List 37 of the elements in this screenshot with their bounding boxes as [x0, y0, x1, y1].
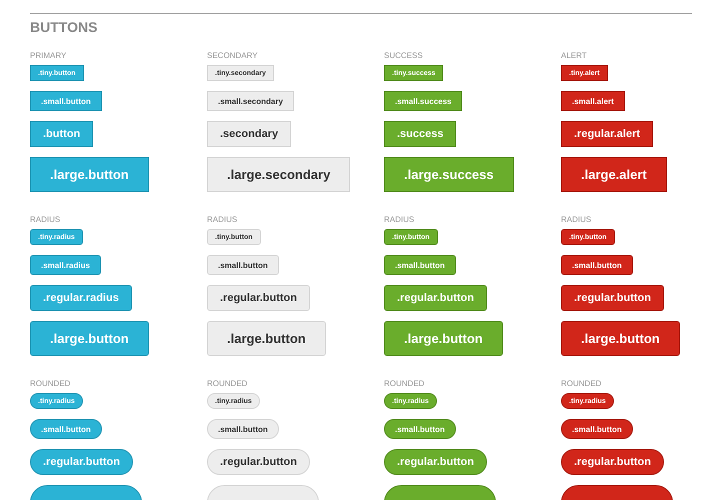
demo-button[interactable]: .large.button — [561, 321, 680, 356]
column-label: ALERT — [561, 51, 588, 61]
column-label: SUCCESS — [384, 51, 424, 61]
demo-button[interactable]: .secondary — [207, 121, 292, 147]
page-title: BUTTONS — [30, 19, 98, 35]
demo-button[interactable]: .large.success — [384, 157, 514, 192]
demo-button[interactable]: .regular.button — [561, 449, 664, 475]
demo-button[interactable]: .small.button — [207, 419, 279, 439]
demo-button[interactable]: .large.alert — [561, 157, 667, 192]
demo-button[interactable]: .small.button — [384, 255, 456, 275]
column-label: PRIMARY — [30, 51, 68, 61]
demo-button[interactable]: .regular.button — [384, 285, 487, 311]
demo-button[interactable]: .small.button — [384, 419, 456, 439]
demo-button[interactable]: .regular.button — [207, 449, 310, 475]
demo-button[interactable]: .regular.button — [384, 449, 487, 475]
demo-button[interactable]: .small.button — [207, 255, 279, 275]
demo-button[interactable]: .small.button — [561, 419, 633, 439]
column-label: RADIUS — [384, 215, 416, 225]
demo-button[interactable]: .small.success — [384, 91, 462, 111]
column-label: RADIUS — [207, 215, 238, 225]
column-label: ROUNDED — [30, 379, 72, 389]
column-label: ROUNDED — [207, 379, 248, 389]
demo-button[interactable]: .small.button — [561, 255, 633, 275]
demo-button[interactable]: .regular.alert — [561, 121, 654, 147]
demo-button[interactable]: .regular.button — [561, 285, 664, 311]
demo-button[interactable]: .large.secondary — [207, 157, 350, 192]
column-label: ROUNDED — [561, 379, 602, 389]
column-label: ROUNDED — [384, 379, 426, 389]
demo-button[interactable]: .large.button — [207, 321, 326, 356]
demo-button[interactable]: .small.secondary — [207, 91, 294, 111]
demo-button[interactable]: .large.button — [384, 321, 503, 356]
column-label: SECONDARY — [207, 51, 259, 61]
column-label: RADIUS — [30, 215, 62, 225]
demo-button[interactable]: .success — [384, 121, 456, 147]
demo-button[interactable]: .regular.button — [207, 285, 310, 311]
column-label: RADIUS — [561, 215, 592, 225]
demo-button[interactable]: .small.alert — [561, 91, 625, 111]
